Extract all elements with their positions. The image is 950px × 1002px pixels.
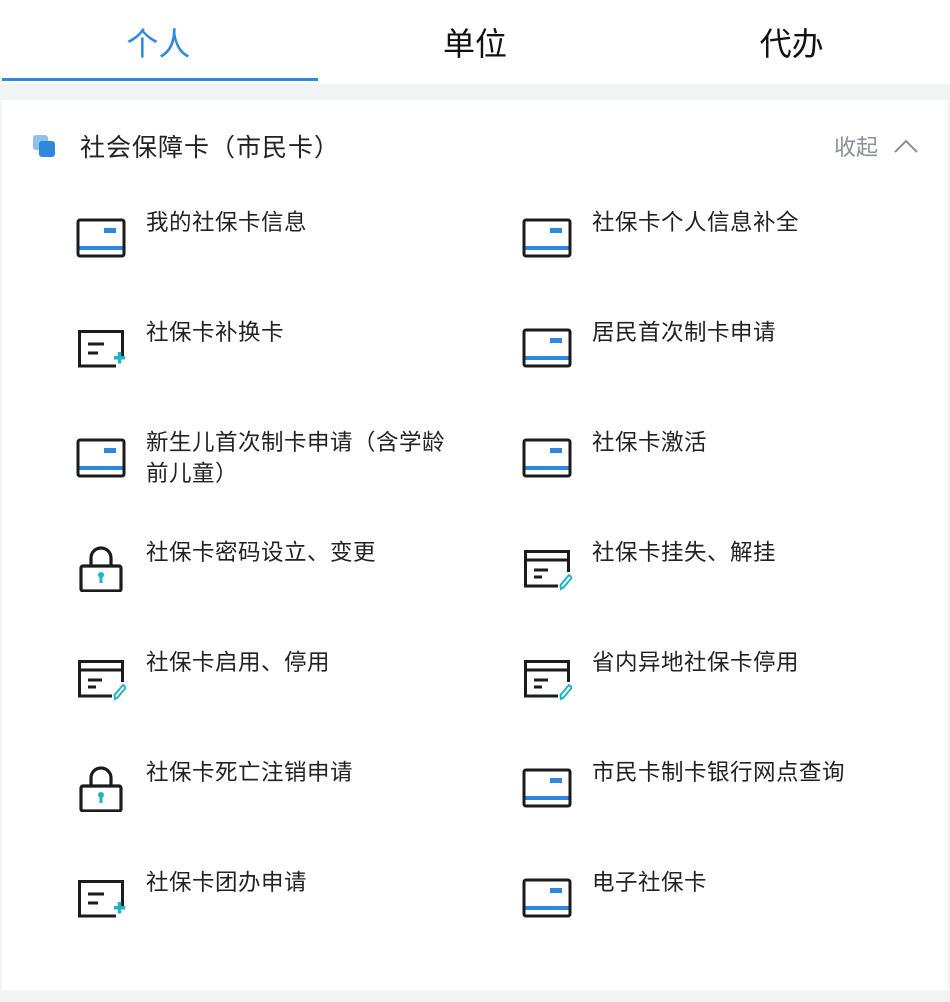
- card-edit-icon: [78, 660, 126, 701]
- service-item[interactable]: 社保卡个人信息补全: [522, 208, 922, 298]
- service-item[interactable]: 社保卡团办申请: [76, 868, 476, 958]
- section-header: 社会保障卡（市民卡） 收起: [2, 100, 948, 190]
- section-title: 社会保障卡（市民卡）: [80, 133, 341, 162]
- service-item[interactable]: 社保卡死亡注销申请: [76, 758, 476, 848]
- service-panel: 社会保障卡（市民卡） 收起 我的社保卡信息 社保卡个人信息补全社保卡补换卡 居民首次…: [2, 100, 948, 990]
- card-icon: [76, 218, 126, 258]
- card-edit-icon: [524, 660, 572, 701]
- collapse-button[interactable]: 收起: [834, 130, 920, 162]
- service-item[interactable]: 市民卡制卡银行网点查询: [522, 758, 922, 848]
- service-item-label: 社保卡密码设立、变更: [146, 540, 377, 566]
- tab-agent[interactable]: 代办: [633, 0, 950, 84]
- card-icon: [522, 768, 572, 808]
- service-item[interactable]: 社保卡挂失、解挂: [522, 538, 922, 628]
- service-item-label: 社保卡启用、停用: [146, 650, 331, 676]
- service-item-label: 社保卡团办申请: [146, 870, 308, 896]
- service-item[interactable]: 社保卡密码设立、变更: [76, 538, 476, 628]
- service-item-label: 新生儿首次制卡申请（含学龄前儿童）: [146, 430, 446, 487]
- service-item[interactable]: 社保卡激活: [522, 428, 922, 518]
- collapse-label: 收起: [833, 136, 878, 161]
- card-icon: [522, 438, 572, 478]
- service-item-label: 社保卡死亡注销申请: [146, 760, 354, 786]
- service-item-label: 省内异地社保卡停用: [592, 650, 800, 676]
- service-item-label: 电子社保卡: [592, 870, 708, 896]
- stacked-squares-icon: [33, 135, 55, 157]
- service-item[interactable]: 居民首次制卡申请: [522, 318, 922, 408]
- service-item-label: 社保卡挂失、解挂: [592, 540, 777, 566]
- tab-bar: 个人 单位 代办: [0, 0, 950, 84]
- tab-organization[interactable]: 单位: [317, 0, 634, 84]
- service-item-label: 社保卡个人信息补全: [592, 210, 800, 236]
- card-icon: [522, 328, 572, 368]
- tab-personal[interactable]: 个人: [0, 0, 318, 84]
- service-item-label: 社保卡补换卡: [146, 320, 285, 346]
- service-item-label: 社保卡激活: [592, 430, 708, 456]
- lock-icon: [79, 766, 123, 812]
- card-icon: [522, 878, 572, 918]
- card-add-icon: [78, 330, 125, 368]
- service-item[interactable]: 省内异地社保卡停用: [522, 648, 922, 738]
- lock-icon: [79, 546, 123, 592]
- card-icon: [76, 438, 126, 478]
- card-edit-icon: [524, 550, 572, 591]
- chevron-up-icon: [894, 139, 918, 153]
- service-item-label: 居民首次制卡申请: [592, 320, 777, 346]
- service-item[interactable]: 社保卡启用、停用: [76, 648, 476, 738]
- service-item-label: 市民卡制卡银行网点查询: [592, 760, 846, 786]
- service-item[interactable]: 新生儿首次制卡申请（含学龄前儿童）: [76, 428, 476, 518]
- card-icon: [522, 218, 572, 258]
- service-item[interactable]: 社保卡补换卡: [76, 318, 476, 408]
- service-item[interactable]: 电子社保卡: [522, 868, 922, 958]
- card-add-icon: [78, 880, 125, 918]
- service-item[interactable]: 我的社保卡信息: [76, 208, 476, 298]
- service-item-label: 我的社保卡信息: [146, 210, 308, 236]
